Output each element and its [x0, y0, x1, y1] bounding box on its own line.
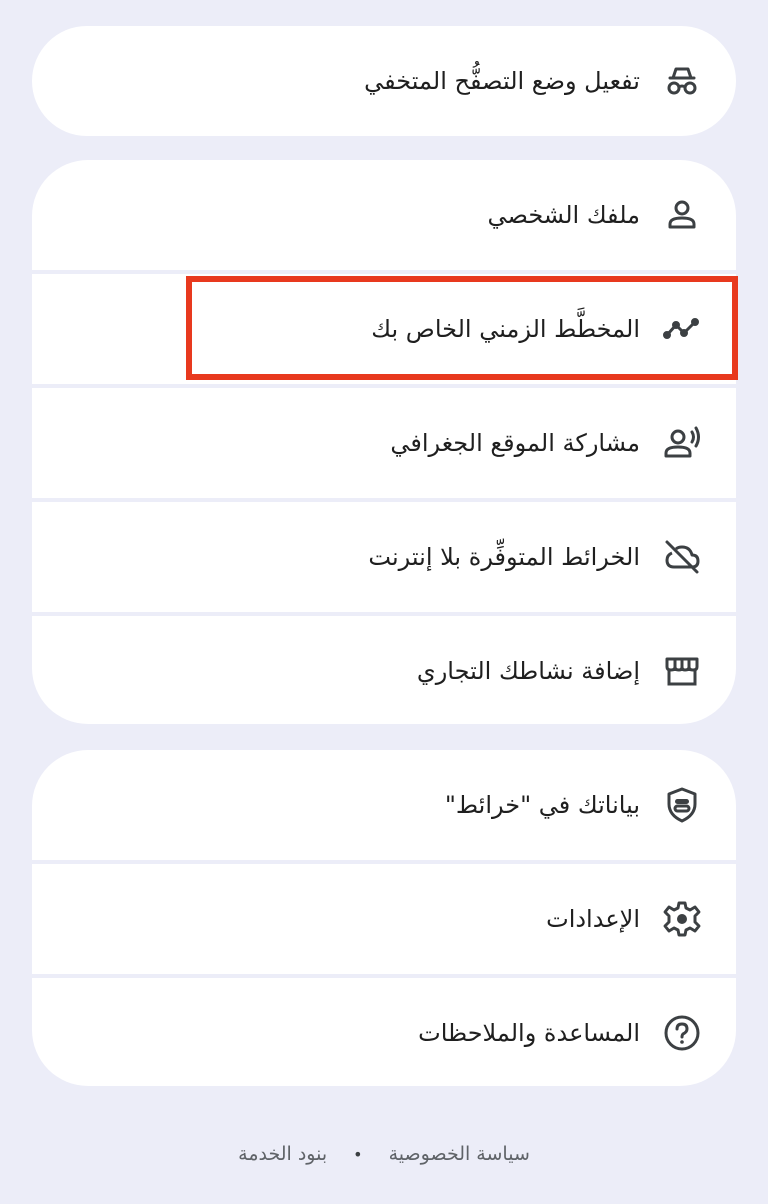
menu-item-your-data-label: بياناتك في "خرائط" — [444, 791, 640, 819]
menu-item-timeline[interactable]: المخطَّط الزمني الخاص بك — [32, 270, 736, 384]
menu-item-location-sharing-label: مشاركة الموقع الجغرافي — [390, 429, 640, 457]
footer-separator: • — [353, 1144, 363, 1164]
incognito-mode-item[interactable]: تفعيل وضع التصفُّح المتخفي — [32, 26, 736, 136]
footer-links: سياسة الخصوصية • بنود الخدمة — [0, 1143, 768, 1165]
account-menu-card: ملفك الشخصي المخطَّط الزمني الخاص بك مشا… — [32, 160, 736, 724]
help-icon — [662, 1013, 702, 1053]
menu-item-profile-label: ملفك الشخصي — [487, 201, 641, 229]
menu-item-your-data[interactable]: بياناتك في "خرائط" — [32, 750, 736, 860]
terms-of-service-link[interactable]: بنود الخدمة — [238, 1143, 327, 1165]
menu-item-help-feedback[interactable]: المساعدة والملاحظات — [32, 974, 736, 1086]
location-sharing-icon — [662, 423, 702, 463]
offline-cloud-icon — [662, 537, 702, 577]
menu-item-offline-maps-label: الخرائط المتوفِّرة بلا إنترنت — [368, 543, 640, 571]
menu-item-settings[interactable]: الإعدادات — [32, 860, 736, 974]
person-icon — [662, 195, 702, 235]
menu-item-profile[interactable]: ملفك الشخصي — [32, 160, 736, 270]
menu-item-timeline-label: المخطَّط الزمني الخاص بك — [371, 315, 640, 343]
gear-icon — [662, 899, 702, 939]
incognito-mode-label: تفعيل وضع التصفُّح المتخفي — [364, 67, 640, 95]
timeline-icon — [662, 309, 702, 349]
menu-item-add-business[interactable]: إضافة نشاطك التجاري — [32, 612, 736, 724]
menu-item-help-feedback-label: المساعدة والملاحظات — [418, 1019, 640, 1047]
settings-menu-card: بياناتك في "خرائط" الإعدادات المساعدة وا… — [32, 750, 736, 1086]
privacy-policy-link[interactable]: سياسة الخصوصية — [389, 1143, 530, 1165]
menu-item-settings-label: الإعدادات — [546, 905, 640, 933]
incognito-icon — [662, 61, 702, 101]
shield-data-icon — [662, 785, 702, 825]
storefront-icon — [662, 651, 702, 691]
incognito-card: تفعيل وضع التصفُّح المتخفي — [32, 26, 736, 136]
menu-item-add-business-label: إضافة نشاطك التجاري — [416, 657, 640, 685]
menu-item-location-sharing[interactable]: مشاركة الموقع الجغرافي — [32, 384, 736, 498]
menu-item-offline-maps[interactable]: الخرائط المتوفِّرة بلا إنترنت — [32, 498, 736, 612]
